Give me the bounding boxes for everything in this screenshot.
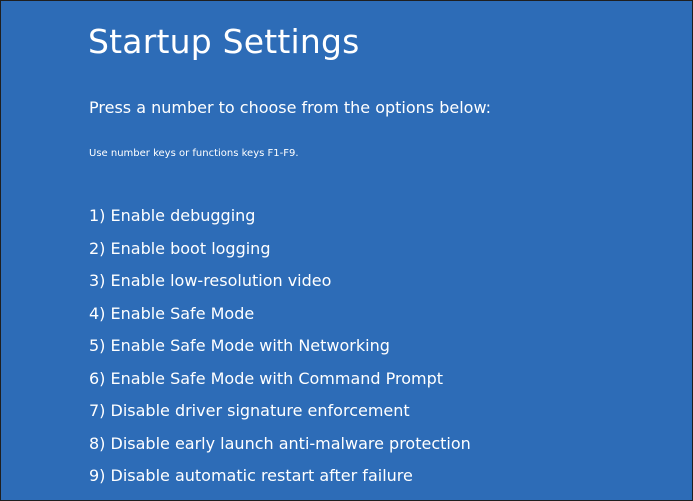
option-disable-driver-signature-enforcement[interactable]: 7) Disable driver signature enforcement bbox=[89, 399, 471, 432]
startup-options-list: 1) Enable debugging 2) Enable boot loggi… bbox=[89, 204, 471, 497]
option-enable-safe-mode-command-prompt[interactable]: 6) Enable Safe Mode with Command Prompt bbox=[89, 367, 471, 400]
option-enable-safe-mode-networking[interactable]: 5) Enable Safe Mode with Networking bbox=[89, 334, 471, 367]
option-enable-debugging[interactable]: 1) Enable debugging bbox=[89, 204, 471, 237]
startup-settings-screen: Startup Settings Press a number to choos… bbox=[0, 0, 693, 501]
option-enable-boot-logging[interactable]: 2) Enable boot logging bbox=[89, 237, 471, 270]
option-disable-early-launch-anti-malware[interactable]: 8) Disable early launch anti-malware pro… bbox=[89, 432, 471, 465]
option-disable-automatic-restart[interactable]: 9) Disable automatic restart after failu… bbox=[89, 464, 471, 497]
instruction-text: Press a number to choose from the option… bbox=[89, 98, 492, 117]
page-title: Startup Settings bbox=[88, 22, 360, 61]
option-enable-safe-mode[interactable]: 4) Enable Safe Mode bbox=[89, 302, 471, 335]
key-hint-text: Use number keys or functions keys F1-F9. bbox=[89, 148, 299, 159]
option-enable-low-resolution-video[interactable]: 3) Enable low-resolution video bbox=[89, 269, 471, 302]
